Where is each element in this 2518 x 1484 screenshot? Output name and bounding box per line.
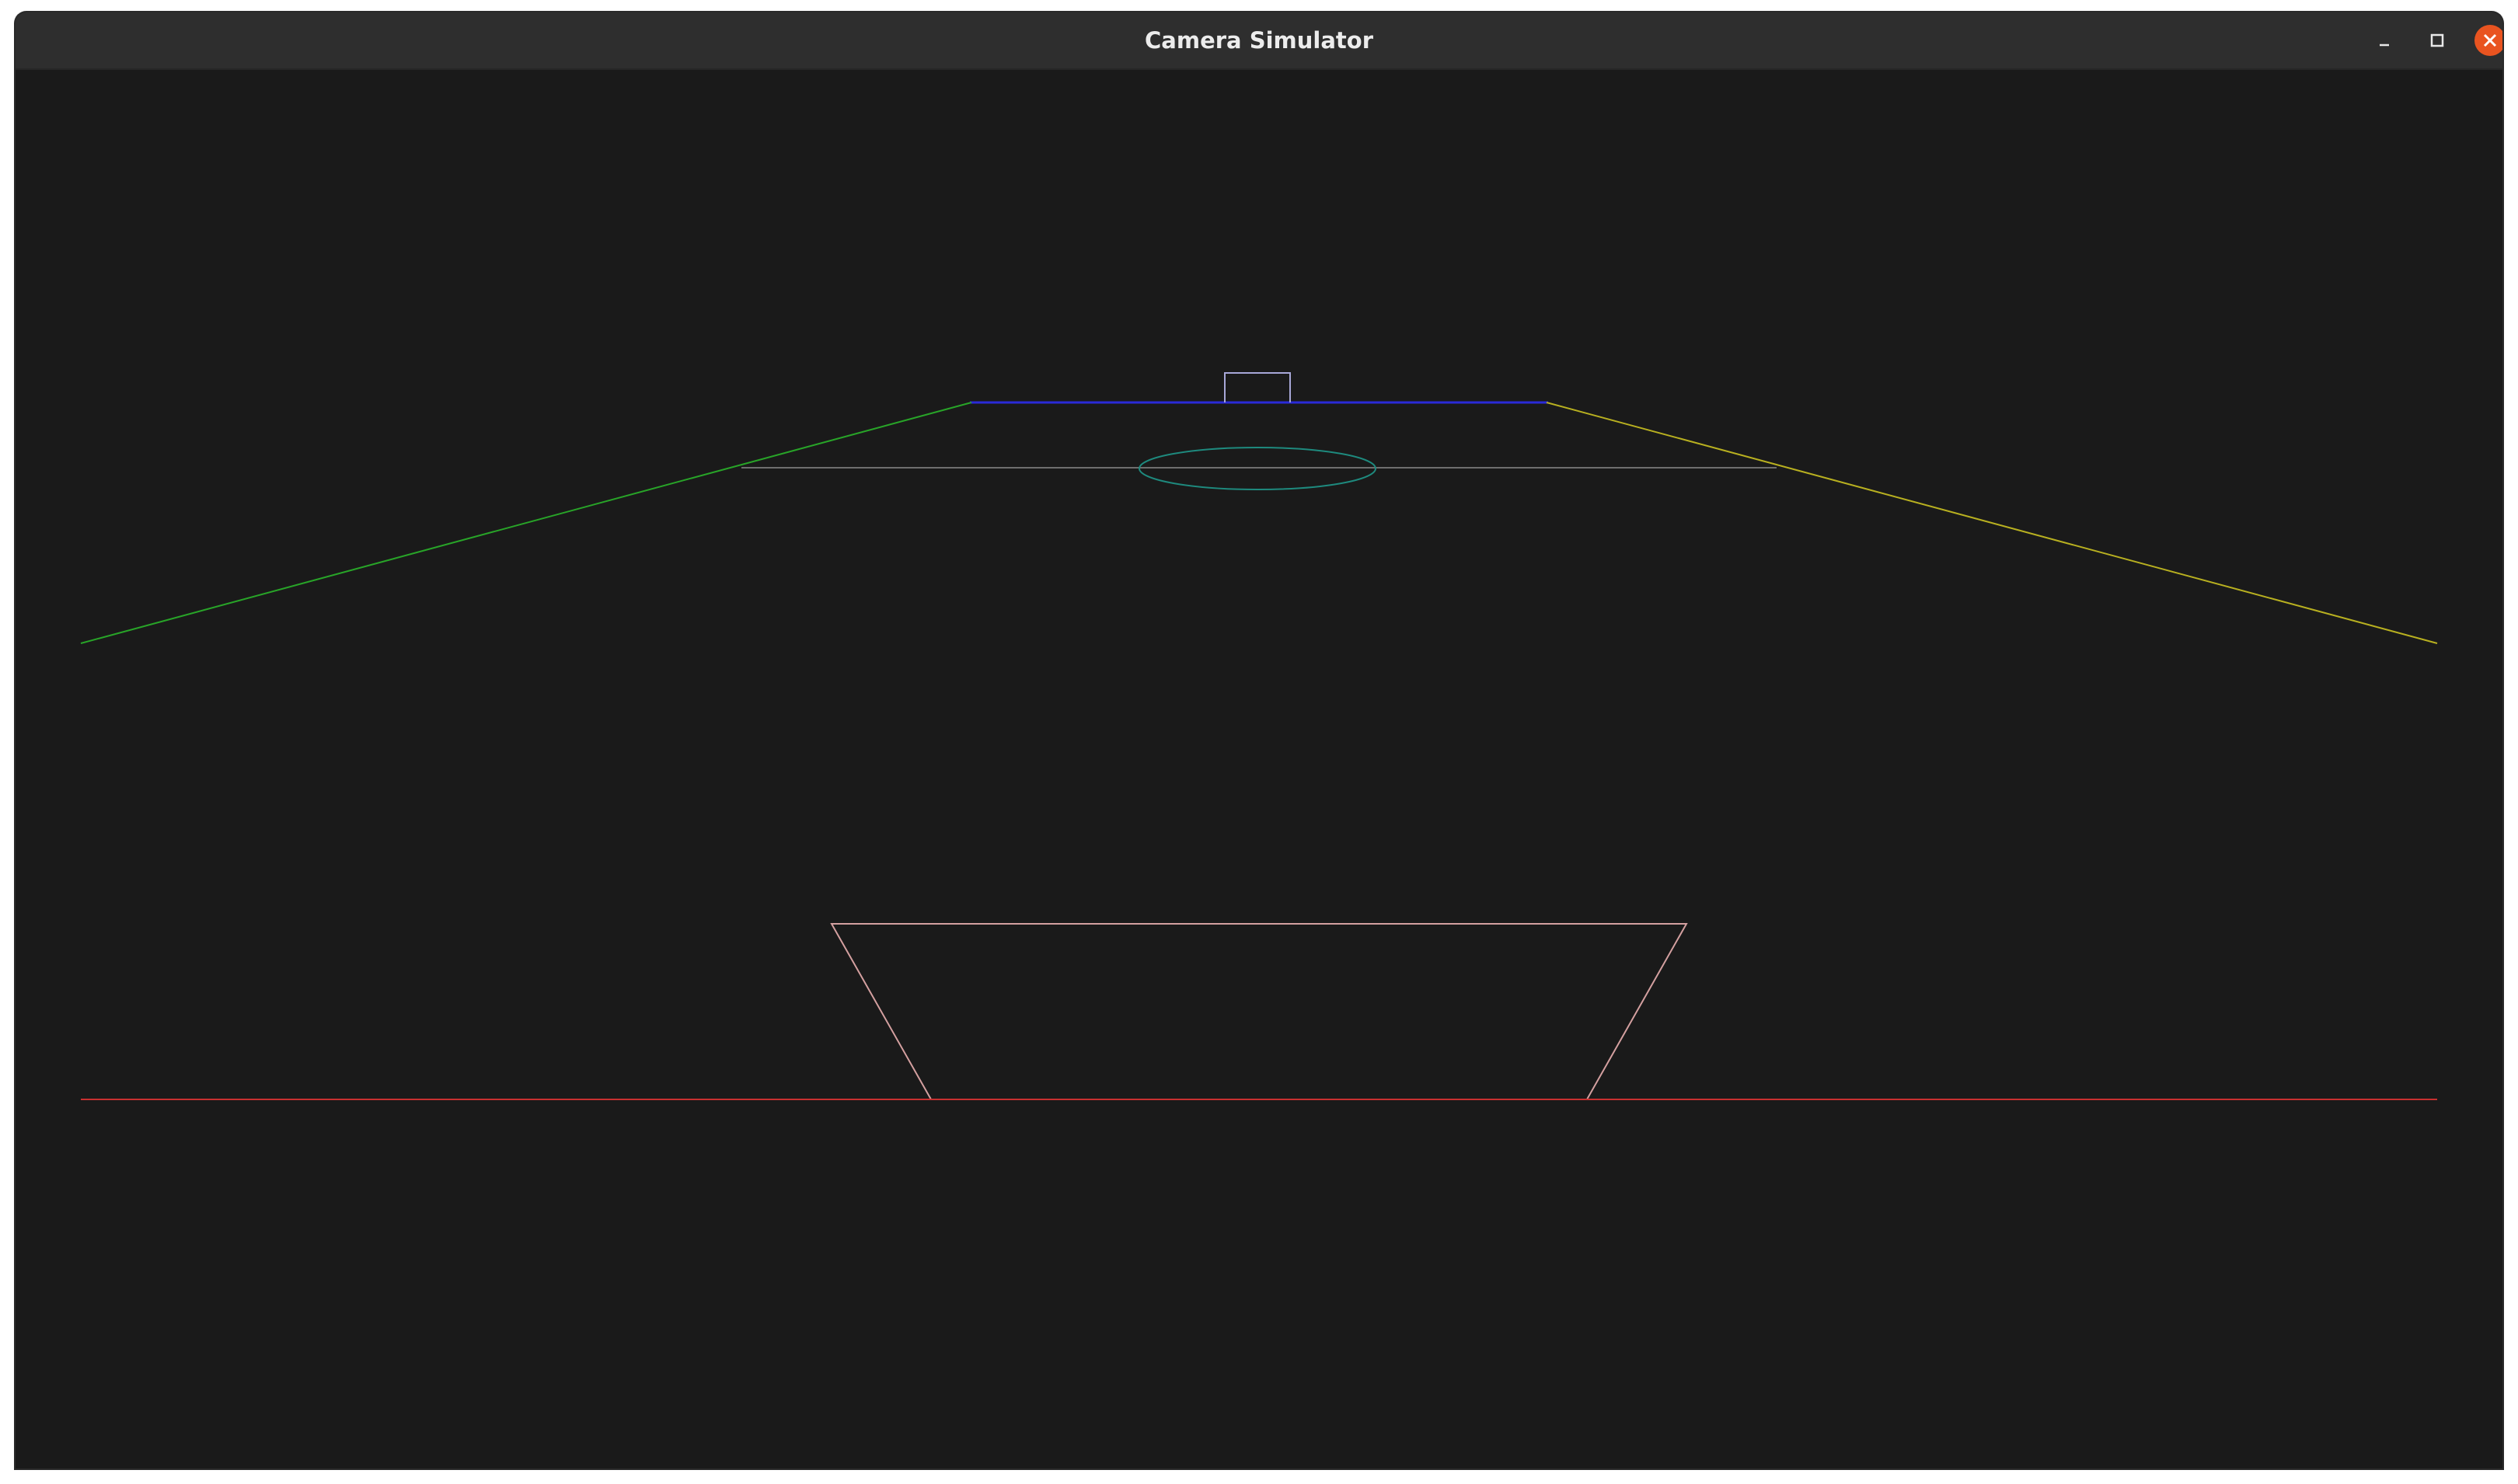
right-edge-line	[1546, 402, 2438, 644]
goal-frame	[1224, 372, 1291, 402]
close-icon	[2483, 33, 2497, 47]
near-box	[830, 923, 1688, 1100]
close-button[interactable]	[2474, 25, 2502, 56]
title-bar[interactable]: Camera Simulator	[16, 12, 2502, 70]
maximize-icon	[2430, 33, 2444, 47]
maximize-button[interactable]	[2422, 25, 2453, 56]
scene-canvas[interactable]	[16, 70, 2502, 1468]
app-window: Camera Simulator	[16, 12, 2502, 1468]
window-title: Camera Simulator	[1145, 27, 1373, 54]
minimize-button[interactable]	[2369, 25, 2400, 56]
left-edge-line	[80, 402, 972, 644]
minimize-icon	[2380, 44, 2389, 47]
